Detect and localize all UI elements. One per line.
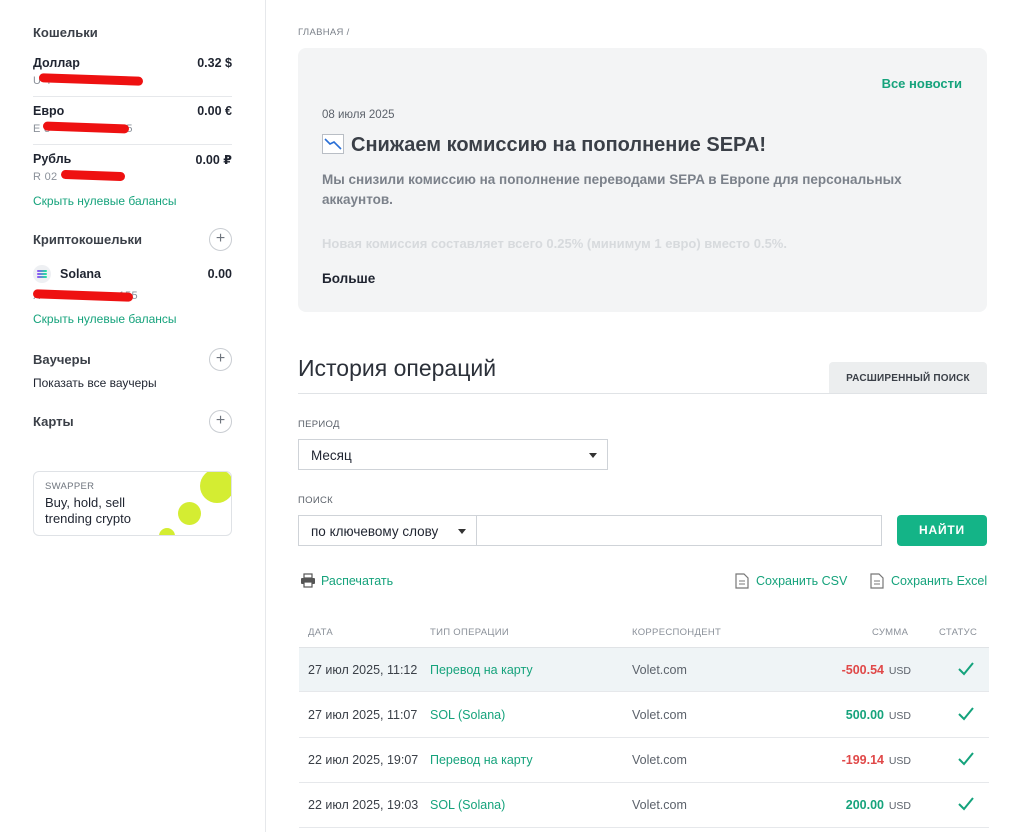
column-header-status[interactable]: СТАТУС (939, 627, 977, 638)
promo-tag: SWAPPER (45, 481, 95, 492)
news-more-link[interactable]: Больше (322, 271, 375, 286)
row-type-link[interactable]: SOL (Solana) (430, 708, 505, 722)
chevron-down-icon (589, 453, 597, 458)
table-row[interactable]: 22 июл 2025, 19:03 SOL (Solana) Volet.co… (299, 783, 989, 828)
print-link[interactable]: Распечатать (300, 573, 393, 591)
table-row[interactable]: 22 июл 2025, 19:07 Перевод на карту Vole… (299, 738, 989, 783)
row-amount: -500.54 (841, 663, 884, 677)
check-icon (958, 797, 974, 816)
document-icon (735, 573, 749, 592)
sidebar: Кошельки Доллар 0.32 $ U 45 Евро 0.00 € … (0, 0, 266, 832)
find-button[interactable]: НАЙТИ (897, 515, 987, 546)
history-title: История операций (298, 355, 497, 381)
breadcrumb[interactable]: ГЛАВНАЯ / (298, 27, 350, 38)
divider (298, 393, 987, 394)
row-type-link[interactable]: SOL (Solana) (430, 798, 505, 812)
solana-icon (33, 265, 51, 283)
column-header-correspondent[interactable]: КОРРЕСПОНДЕНТ (632, 627, 721, 638)
cards-title: Карты (33, 414, 74, 429)
row-amount: -199.14 (841, 753, 884, 767)
row-currency: USD (888, 665, 911, 677)
news-faded-text: Новая комиссия составляет всего 0.25% (м… (322, 236, 787, 251)
all-news-link[interactable]: Все новости (882, 76, 962, 91)
search-mode-select[interactable]: по ключевому слову (298, 515, 477, 546)
wallet-balance: 0.00 ₽ (195, 153, 233, 167)
period-select[interactable]: Месяц (298, 439, 608, 470)
table-row[interactable]: 27 июл 2025, 11:12 Перевод на карту Vole… (299, 647, 989, 692)
vouchers-title: Ваучеры (33, 352, 91, 367)
chart-down-icon (322, 134, 344, 154)
check-icon (958, 707, 974, 726)
wallet-name: Рубль (33, 152, 72, 166)
promo-text: Buy, hold, sell trending crypto (45, 495, 131, 526)
row-date: 22 июл 2025, 19:07 (308, 753, 419, 767)
hide-zero-balances-link[interactable]: Скрыть нулевые балансы (33, 312, 177, 326)
chevron-down-icon (458, 529, 466, 534)
check-icon (958, 752, 974, 771)
row-date: 27 июл 2025, 11:12 (308, 663, 418, 677)
row-currency: USD (888, 755, 911, 767)
decor-circle (159, 528, 175, 535)
row-amount: 200.00 (845, 798, 884, 812)
row-correspondent: Volet.com (632, 753, 687, 767)
add-voucher-plus-icon[interactable]: + (209, 348, 232, 371)
wallets-title: Кошельки (33, 25, 98, 40)
printer-icon (300, 573, 316, 591)
news-date: 08 июля 2025 (322, 109, 395, 121)
column-header-type[interactable]: ТИП ОПЕРАЦИИ (430, 627, 509, 638)
hide-zero-balances-link[interactable]: Скрыть нулевые балансы (33, 194, 177, 208)
wallet-name: Solana (60, 267, 101, 281)
row-amount: 500.00 (845, 708, 884, 722)
row-type-link[interactable]: Перевод на карту (430, 753, 533, 767)
swapper-promo-banner[interactable]: SWAPPER Buy, hold, sell trending crypto (33, 471, 232, 536)
add-crypto-wallet-plus-icon[interactable]: + (209, 228, 232, 251)
column-header-date[interactable]: ДАТА (308, 627, 333, 638)
row-date: 22 июл 2025, 19:03 (308, 798, 419, 812)
document-icon (870, 573, 884, 592)
wallet-solana[interactable]: Solana 0.00 X155 (32, 265, 232, 305)
wallet-balance: 0.32 $ (197, 56, 232, 70)
wallet-name: Евро (33, 104, 65, 118)
news-title: Снижаем комиссию на пополнение SEPA! (322, 134, 766, 157)
crypto-wallets-title: Криптокошельки (33, 232, 142, 247)
wallet-balance: 0.00 (207, 267, 232, 281)
period-label: ПЕРИОД (298, 419, 340, 430)
wallet-usd[interactable]: Доллар 0.32 $ U 45 (33, 56, 232, 97)
search-input[interactable] (476, 515, 882, 546)
news-body: Мы снизили комиссию на пополнение перево… (322, 172, 902, 207)
row-correspondent: Volet.com (632, 663, 687, 677)
decor-circle (178, 502, 201, 525)
wallet-balance: 0.00 € (197, 104, 232, 118)
column-header-amount[interactable]: СУММА (872, 627, 908, 638)
wallet-eur[interactable]: Евро 0.00 € E 85 (33, 104, 232, 145)
row-currency: USD (888, 710, 911, 722)
row-date: 27 июл 2025, 11:07 (308, 708, 418, 722)
add-card-plus-icon[interactable]: + (209, 410, 232, 433)
wallet-rub[interactable]: Рубль 0.00 ₽ R 025 (33, 152, 232, 188)
row-currency: USD (888, 800, 911, 812)
advanced-search-tab[interactable]: РАСШИРЕННЫЙ ПОИСК (829, 362, 987, 394)
save-csv-link[interactable]: Сохранить CSV (735, 573, 847, 589)
search-label: ПОИСК (298, 495, 333, 506)
table-row[interactable]: 27 июл 2025, 11:07 SOL (Solana) Volet.co… (299, 693, 989, 738)
save-excel-link[interactable]: Сохранить Excel (870, 573, 987, 589)
news-card: Все новости 08 июля 2025 Снижаем комисси… (298, 48, 987, 312)
decor-circle (200, 472, 231, 503)
show-all-vouchers-link[interactable]: Показать все ваучеры (33, 376, 157, 390)
check-icon (958, 662, 974, 681)
row-correspondent: Volet.com (632, 798, 687, 812)
row-type-link[interactable]: Перевод на карту (430, 663, 533, 677)
wallet-name: Доллар (33, 56, 80, 70)
row-correspondent: Volet.com (632, 708, 687, 722)
